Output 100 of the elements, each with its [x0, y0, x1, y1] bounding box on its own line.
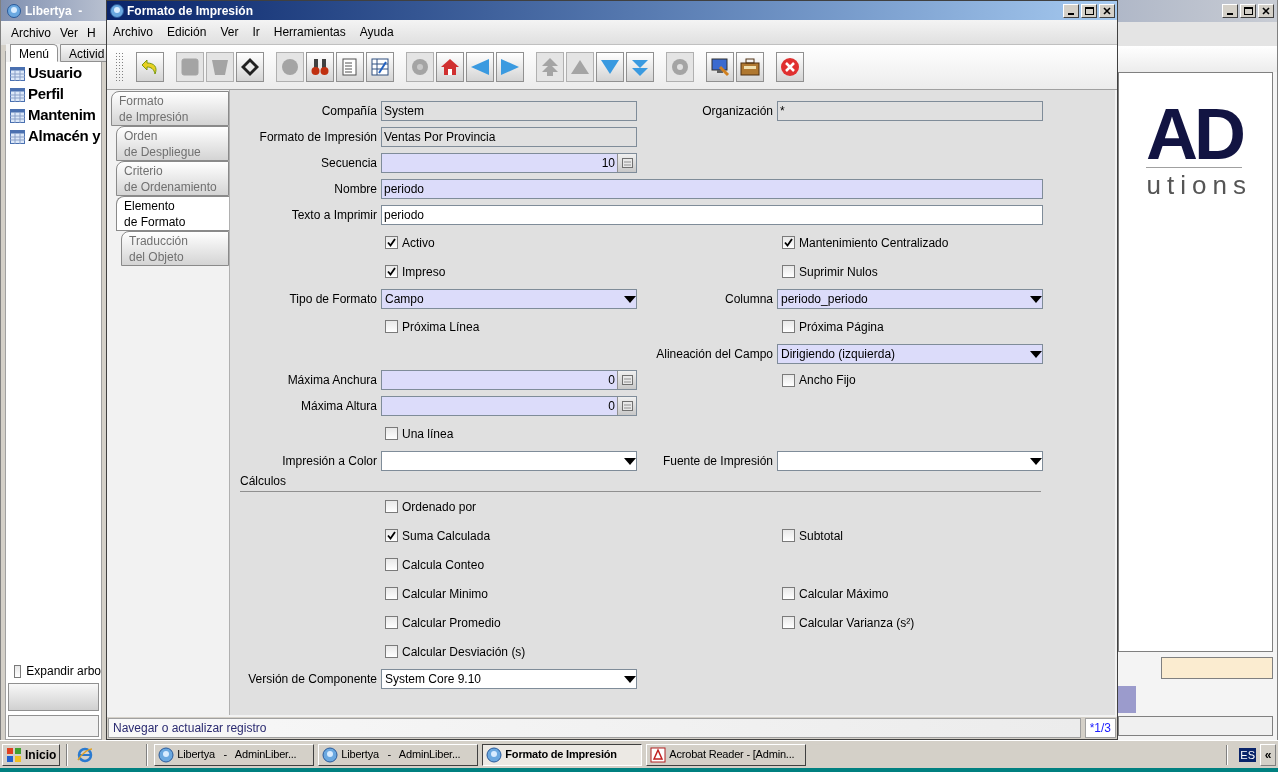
tab[interactable]: Activid — [60, 44, 106, 62]
tree-item[interactable]: Usuario — [28, 62, 82, 85]
home-button[interactable] — [436, 52, 464, 82]
field-label: Formato de Impresión — [259, 129, 377, 146]
minimize-icon — [1227, 13, 1233, 15]
taskbar-button[interactable]: Acrobat Reader - [Admin... — [646, 743, 807, 766]
grid-button[interactable] — [366, 52, 394, 82]
menu-item[interactable]: Ir — [252, 23, 260, 41]
checkbox[interactable] — [782, 236, 795, 249]
checkbox[interactable] — [385, 236, 398, 249]
checkbox[interactable] — [385, 320, 398, 333]
tree-item[interactable]: Perfil — [28, 83, 64, 106]
arrow-left-icon — [470, 57, 490, 77]
checkbox[interactable] — [385, 645, 398, 658]
checkbox-label: Ordenado por — [402, 498, 477, 516]
dropdown-value: Campo — [385, 291, 424, 308]
language-indicator[interactable]: ES — [1239, 747, 1256, 762]
window-title: Formato de Impresión — [127, 2, 254, 20]
tab[interactable]: Criterio de Ordenamiento — [116, 161, 229, 196]
tab[interactable]: Formato de Impresión — [111, 91, 229, 126]
text-field[interactable]: Ventas Por Provincia — [381, 127, 637, 147]
text-field[interactable]: System — [381, 101, 637, 121]
checkbox-label: Calcular Promedio — [402, 614, 501, 632]
tray-toggle-button[interactable]: « — [1260, 743, 1276, 766]
save-button[interactable] — [236, 52, 264, 82]
checkbox[interactable] — [385, 529, 398, 542]
dropdown[interactable] — [381, 451, 637, 471]
menu-item[interactable]: H — [87, 24, 96, 42]
double-up-icon — [540, 57, 560, 77]
checkbox[interactable] — [385, 616, 398, 629]
checkbox[interactable] — [14, 664, 22, 678]
checkbox[interactable] — [782, 616, 795, 629]
find-button[interactable] — [306, 52, 334, 82]
checkbox[interactable] — [385, 587, 398, 600]
menu-item[interactable]: Herramientas — [273, 23, 346, 41]
checkbox[interactable] — [782, 373, 795, 387]
checkbox-label: Calcular Desviación (s) — [402, 643, 526, 661]
minimize-button[interactable] — [1063, 3, 1079, 18]
app-icon — [158, 746, 175, 763]
tree-item[interactable]: Mantenim — [28, 104, 96, 127]
taskbar-button[interactable]: Libertya - AdminLiber... — [154, 743, 315, 766]
app-icon — [486, 746, 503, 763]
number-field[interactable]: 10 — [381, 153, 637, 173]
checkbox[interactable] — [385, 500, 398, 513]
checkbox-label: Activo — [402, 234, 435, 252]
record-counter[interactable]: *1/3 — [1084, 717, 1116, 738]
checkbox-label: Calcular Máximo — [799, 585, 889, 603]
preview-button[interactable] — [706, 52, 734, 82]
menu-item[interactable]: Archivo — [113, 23, 153, 41]
checkbox[interactable] — [385, 427, 398, 440]
undo-button[interactable] — [136, 52, 164, 82]
taskbar-button[interactable]: Libertya - AdminLiber... — [318, 743, 479, 766]
number-field[interactable]: 0 — [381, 370, 637, 390]
dropdown[interactable]: Dirigiendo (izquierda) — [777, 344, 1043, 364]
field-label: Tipo de Formato — [289, 291, 377, 308]
start-button[interactable]: Inicio — [2, 743, 61, 766]
minimize-button[interactable] — [1222, 4, 1238, 18]
text-field[interactable]: periodo — [381, 205, 1043, 225]
number-field[interactable]: 0 — [381, 396, 637, 416]
menu-item[interactable]: Ver — [60, 24, 79, 42]
maximize-icon — [1084, 6, 1094, 15]
calculator-button[interactable] — [617, 397, 636, 415]
checkbox[interactable] — [385, 558, 398, 571]
caret-icon — [624, 457, 636, 465]
table-icon — [10, 108, 25, 123]
dropdown[interactable] — [777, 451, 1043, 471]
tree-item[interactable]: Almacén y — [28, 125, 101, 148]
input-field[interactable] — [1161, 657, 1273, 679]
down-button[interactable] — [596, 52, 624, 82]
checkbox[interactable] — [782, 320, 795, 333]
previous-button[interactable] — [466, 52, 494, 82]
text-field[interactable]: * — [777, 101, 1043, 121]
tab[interactable]: Traducción del Objeto — [121, 231, 229, 266]
calculator-button[interactable] — [617, 371, 636, 389]
next-button[interactable] — [496, 52, 524, 82]
calculator-button[interactable] — [617, 154, 636, 172]
checkbox[interactable] — [782, 529, 795, 542]
taskbar-button[interactable]: Formato de Impresión — [482, 743, 643, 766]
home-icon — [440, 57, 460, 77]
checkbox[interactable] — [782, 265, 795, 278]
menu-item[interactable]: Edición — [167, 23, 207, 41]
menu-item[interactable]: Ver — [220, 23, 239, 41]
dropdown[interactable]: System Core 9.10 — [381, 669, 637, 689]
tab[interactable]: Menú — [10, 44, 59, 62]
dropdown[interactable]: periodo_periodo — [777, 289, 1043, 309]
text-field[interactable]: periodo — [381, 179, 1043, 199]
caret-icon — [1030, 457, 1042, 465]
minimize-icon — [1068, 12, 1074, 15]
tab[interactable]: Orden de Despliegue — [116, 126, 229, 161]
menu-item[interactable]: Archivo — [11, 24, 51, 42]
archive-button[interactable] — [736, 52, 764, 82]
last-button[interactable] — [626, 52, 654, 82]
dropdown[interactable]: Campo — [381, 289, 637, 309]
maximize-icon — [1243, 7, 1253, 15]
menu-item[interactable]: Ayuda — [359, 23, 394, 41]
checkbox[interactable] — [385, 265, 398, 278]
maximize-button[interactable] — [1081, 3, 1097, 18]
tab[interactable]: Elemento de Formato — [116, 196, 229, 231]
checkbox[interactable] — [782, 587, 795, 600]
maximize-button[interactable] — [1240, 4, 1256, 18]
